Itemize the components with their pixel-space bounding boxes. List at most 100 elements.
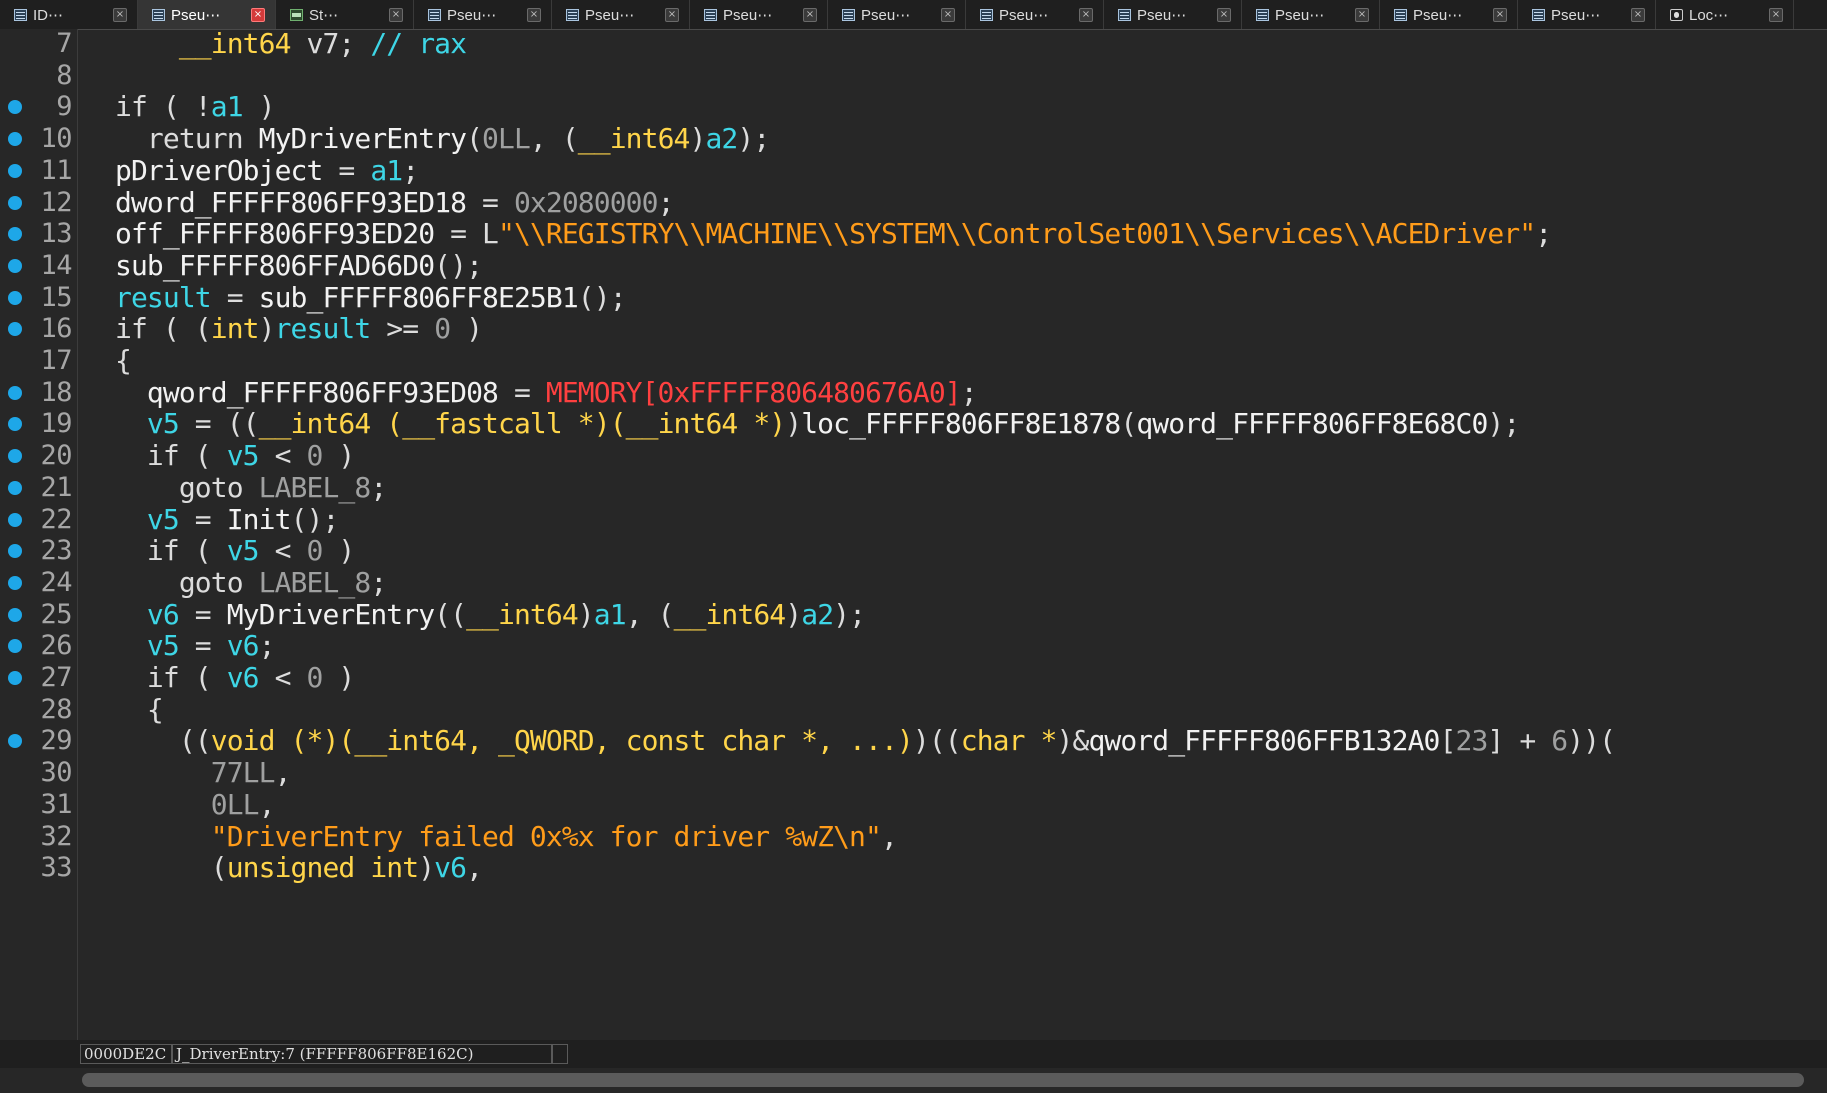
code-token: qword_FFFFF806FF8E68C0: [1136, 407, 1488, 441]
code-token: =: [178, 597, 227, 631]
code-token: a1: [210, 90, 244, 124]
breakpoint-dot-icon[interactable]: [8, 132, 22, 147]
code-token: sub_FFFFF806FF8E25B1: [258, 280, 579, 314]
tab-3[interactable]: Pseu⋯ ×: [414, 0, 552, 29]
code-token: =: [497, 375, 546, 409]
breakpoint-dot-icon[interactable]: [8, 258, 22, 273]
tab-12[interactable]: Loc⋯ ×: [1656, 0, 1794, 29]
code-token: __int64: [577, 122, 691, 156]
tab-label: Pseu⋯: [171, 6, 221, 24]
breakpoint-dot-icon[interactable]: [8, 480, 22, 495]
code-token: v6: [434, 851, 467, 885]
code-token: )&: [1056, 724, 1090, 758]
tab-0[interactable]: ID⋯ ×: [0, 0, 138, 29]
close-icon[interactable]: ×: [665, 7, 679, 22]
breakpoint-dot-icon[interactable]: [8, 671, 22, 685]
close-icon[interactable]: ×: [803, 7, 817, 22]
close-icon[interactable]: ×: [1769, 7, 1783, 22]
tab-2[interactable]: St⋯ ×: [276, 0, 414, 29]
code-token: =: [178, 502, 227, 536]
breakpoint-dot-icon[interactable]: [8, 639, 22, 654]
tab-6[interactable]: Pseu⋯ ×: [828, 0, 966, 29]
code-token: (: [466, 122, 483, 156]
code-token: ;: [370, 565, 387, 599]
code-token: goto: [115, 565, 259, 599]
breakpoint-dot-icon[interactable]: [8, 512, 22, 527]
close-icon[interactable]: ×: [1493, 7, 1507, 22]
view-icon: [1394, 8, 1407, 21]
close-icon[interactable]: ×: [1631, 7, 1645, 22]
close-icon[interactable]: ×: [113, 7, 127, 22]
code-token: ();: [290, 502, 340, 536]
code-text[interactable]: (unsigned int)v6,: [115, 849, 483, 886]
code-token: result: [274, 312, 372, 346]
code-token: if ( (: [115, 312, 212, 346]
code-token: ((: [434, 597, 467, 631]
code-token: ): [418, 851, 435, 885]
tab-bar: ID⋯ × Pseu⋯ × St⋯ × Pseu⋯ × Pseu⋯ × Pseu⋯ × Pseu⋯ × Ps…: [0, 0, 1827, 30]
breakpoint-dot-icon[interactable]: [8, 385, 22, 400]
code-token: =: [210, 280, 259, 314]
code-token: MEMORY[0xFFFFF806480676A0]: [545, 375, 962, 409]
scrollbar-thumb[interactable]: [82, 1073, 1804, 1087]
code-token: if (: [115, 534, 227, 568]
code-token: ;: [1535, 217, 1552, 251]
code-token: 0x2080000: [513, 185, 659, 219]
tab-11[interactable]: Pseu⋯ ×: [1518, 0, 1656, 29]
tab-1[interactable]: Pseu⋯ ×: [138, 0, 276, 29]
close-icon[interactable]: ×: [389, 7, 403, 22]
breakpoint-dot-icon[interactable]: [8, 734, 22, 749]
close-icon[interactable]: ×: [1217, 7, 1231, 22]
code-token: if ( !: [115, 90, 212, 124]
pseudocode-view[interactable]: 7 __int64 v7; // rax 8 9 if ( !a1 ) 10 retur…: [0, 29, 1827, 1040]
breakpoint-dot-icon[interactable]: [8, 290, 22, 305]
code-token: a1: [593, 597, 627, 631]
view-icon: [152, 8, 165, 21]
code-token: if (: [115, 439, 227, 473]
close-icon[interactable]: ×: [1355, 7, 1369, 22]
breakpoint-dot-icon[interactable]: [8, 195, 22, 210]
tab-9[interactable]: Pseu⋯ ×: [1242, 0, 1380, 29]
view-icon: [566, 8, 579, 21]
tab-10[interactable]: Pseu⋯ ×: [1380, 0, 1518, 29]
view-icon: [980, 8, 993, 21]
code-token: 0LL: [482, 122, 531, 156]
breakpoint-dot-icon[interactable]: [8, 163, 22, 178]
breakpoint-dot-icon[interactable]: [8, 227, 22, 242]
code-token: 0LL: [210, 787, 260, 821]
code-token: );: [833, 597, 866, 631]
close-icon[interactable]: ×: [251, 7, 265, 22]
view-icon: [704, 8, 717, 21]
tab-4[interactable]: Pseu⋯ ×: [552, 0, 690, 29]
tab-5[interactable]: Pseu⋯ ×: [690, 0, 828, 29]
code-token: v7;: [290, 29, 371, 60]
code-token: v6: [146, 597, 180, 631]
close-icon[interactable]: ×: [1079, 7, 1093, 22]
close-icon[interactable]: ×: [941, 7, 955, 22]
code-token: a2: [705, 122, 738, 156]
status-address: 0000DE2C: [80, 1044, 172, 1064]
code-token: unsigned int: [226, 851, 419, 885]
tab-8[interactable]: Pseu⋯ ×: [1104, 0, 1242, 29]
code-token: // rax: [370, 29, 467, 60]
breakpoint-dot-icon[interactable]: [8, 100, 22, 115]
code-token: v5: [226, 439, 260, 473]
breakpoint-dot-icon[interactable]: [8, 544, 22, 559]
breakpoint-dot-icon[interactable]: [8, 449, 22, 464]
breakpoint-dot-icon[interactable]: [8, 417, 22, 432]
close-icon[interactable]: ×: [527, 7, 541, 22]
breakpoint-dot-icon[interactable]: [8, 607, 22, 622]
breakpoint-dot-icon[interactable]: [8, 575, 22, 590]
horizontal-scrollbar[interactable]: [0, 1068, 1827, 1093]
code-token: qword_FFFFF806FFB132A0: [1088, 724, 1440, 758]
code-token: ): [322, 534, 355, 568]
tab-7[interactable]: Pseu⋯ ×: [966, 0, 1104, 29]
tab-label: Pseu⋯: [1275, 6, 1325, 24]
breakpoint-dot-icon[interactable]: [8, 322, 22, 337]
code-token: ;: [657, 185, 675, 219]
code-token: ,: [466, 851, 483, 885]
code-token: [: [1439, 724, 1457, 758]
code-line[interactable]: 33 (unsigned int)v6,: [0, 849, 1827, 886]
